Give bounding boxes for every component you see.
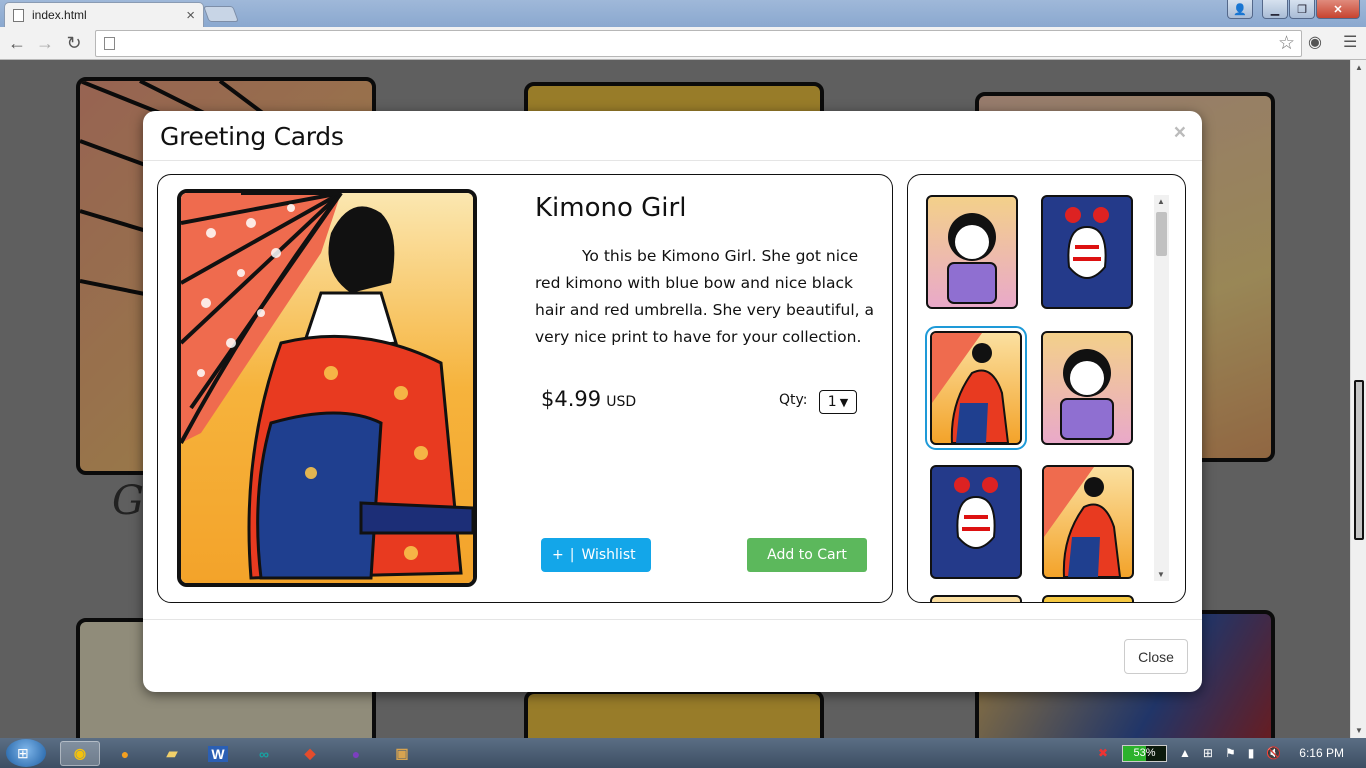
menu-icon[interactable]: ☰	[1343, 32, 1357, 52]
modal-close-icon[interactable]: ×	[1174, 121, 1186, 145]
git-taskbar-icon[interactable]: ◆	[290, 741, 330, 766]
system-tray: ✖ 53% ▲ ⊞ ⚑ ▮ 🔇 6:16 PM	[1086, 738, 1366, 768]
product-modal: Greeting Cards × Kimono Girl Yo this be …	[143, 111, 1202, 692]
thumbnail-kimono-girl[interactable]	[925, 326, 1027, 450]
tab-close-icon[interactable]: ×	[186, 7, 195, 24]
modal-header: Greeting Cards ×	[143, 111, 1202, 161]
taskbar: ⊞ ◉ ● ▰ W ∞ ◆ ● ▣ ✖ 53% ▲ ⊞ ⚑ ▮ 🔇 6:16 P…	[0, 738, 1366, 768]
battery-indicator[interactable]: 53%	[1122, 744, 1168, 762]
thumbnail-kimono-girl[interactable]	[1042, 465, 1134, 579]
title-bar: index.html × 👤 ▁ ❐ ✕	[0, 0, 1366, 27]
reload-icon[interactable]: ↻	[62, 32, 86, 54]
product-detail-panel: Kimono Girl Yo this be Kimono Girl. She …	[157, 174, 893, 603]
bookmark-star-icon[interactable]: ☆	[1278, 32, 1295, 55]
button-divider: |	[569, 547, 575, 563]
document-icon	[104, 37, 115, 50]
product-name: Kimono Girl	[535, 193, 687, 223]
windows-icon[interactable]: ⊞	[1203, 746, 1213, 760]
chrome-taskbar-icon[interactable]: ◉	[60, 741, 100, 766]
back-arrow-icon[interactable]: ←	[5, 32, 29, 54]
product-price: $4.99 USD	[541, 387, 636, 411]
price-amount: $4.99	[541, 387, 602, 411]
product-description: Yo this be Kimono Girl. She got nice red…	[535, 247, 874, 346]
app-purple-taskbar-icon[interactable]: ●	[336, 741, 376, 766]
chevron-down-icon: ▼	[839, 395, 849, 409]
forward-arrow-icon[interactable]: →	[33, 32, 57, 54]
show-hidden-icons-icon[interactable]: ▲	[1179, 746, 1191, 760]
notification-icon[interactable]: ✖	[1098, 746, 1108, 760]
minimize-button[interactable]: ▁	[1262, 0, 1288, 19]
volume-muted-icon[interactable]: 🔇	[1266, 746, 1281, 760]
browser-toolbar: ← → ↻ ☆ ◉ ☰	[0, 27, 1366, 60]
bg-card-bottom-middle	[524, 690, 824, 738]
window-controls: 👤 ▁ ❐ ✕	[1227, 0, 1360, 19]
plus-icon: +	[552, 547, 564, 563]
thumbnail-partial[interactable]	[930, 595, 1022, 602]
page-scrollbar[interactable]: ▲ ▼	[1350, 60, 1366, 738]
thumbnail-scroll-thumb[interactable]	[1156, 212, 1167, 256]
maximize-button[interactable]: ❐	[1289, 0, 1315, 19]
thumbnail-panel: ▲ ▼	[907, 174, 1186, 603]
thumbnail-partial[interactable]	[1042, 595, 1134, 602]
app-box-taskbar-icon[interactable]: ▣	[382, 741, 422, 766]
thumbnail-kabuki-mask[interactable]	[1041, 195, 1133, 309]
windows-logo-icon: ⊞	[17, 745, 29, 761]
page-scroll-thumb[interactable]	[1354, 380, 1364, 540]
close-window-button[interactable]: ✕	[1316, 0, 1360, 19]
thumbnail-chibi-girl[interactable]	[926, 195, 1018, 309]
tab-title: index.html	[32, 8, 87, 22]
new-tab-button[interactable]	[203, 6, 239, 22]
quantity-label: Qty:	[779, 392, 808, 408]
scroll-up-arrow-icon[interactable]: ▲	[1355, 63, 1363, 72]
folder-taskbar-icon[interactable]: ▰	[152, 741, 192, 766]
clock[interactable]: 6:16 PM	[1299, 746, 1344, 760]
modal-title: Greeting Cards	[160, 122, 344, 151]
browser-tab[interactable]: index.html ×	[4, 2, 204, 27]
product-image[interactable]	[177, 189, 477, 587]
network-icon[interactable]: ▮	[1248, 746, 1255, 760]
add-to-cart-button[interactable]: Add to Cart	[747, 538, 867, 572]
extension-icon[interactable]: ◉	[1308, 32, 1322, 52]
action-center-flag-icon[interactable]: ⚑	[1225, 746, 1236, 760]
thumbnail-kabuki-mask[interactable]	[930, 465, 1022, 579]
close-button[interactable]: Close	[1124, 639, 1188, 674]
user-icon[interactable]: 👤	[1227, 0, 1253, 19]
page-icon	[13, 8, 24, 22]
modal-footer: Close	[143, 619, 1202, 692]
app-taskbar-icon[interactable]: ●	[105, 741, 145, 766]
scroll-up-arrow-icon[interactable]: ▲	[1157, 197, 1165, 206]
arduino-taskbar-icon[interactable]: ∞	[244, 741, 284, 766]
scroll-down-arrow-icon[interactable]: ▼	[1355, 726, 1363, 735]
battery-percent: 53%	[1133, 747, 1156, 759]
address-bar[interactable]: ☆	[95, 30, 1302, 57]
word-taskbar-icon[interactable]: W	[198, 741, 238, 766]
wishlist-label: Wishlist	[581, 547, 636, 563]
thumbnail-chibi-girl[interactable]	[1041, 331, 1133, 445]
quantity-value: 1	[827, 394, 837, 410]
wishlist-button[interactable]: + | Wishlist	[541, 538, 651, 572]
thumbnail-scrollbar[interactable]: ▲ ▼	[1154, 195, 1169, 581]
price-currency: USD	[606, 394, 637, 410]
quantity-select[interactable]: 1 ▼	[819, 390, 857, 414]
scroll-down-arrow-icon[interactable]: ▼	[1157, 570, 1165, 579]
